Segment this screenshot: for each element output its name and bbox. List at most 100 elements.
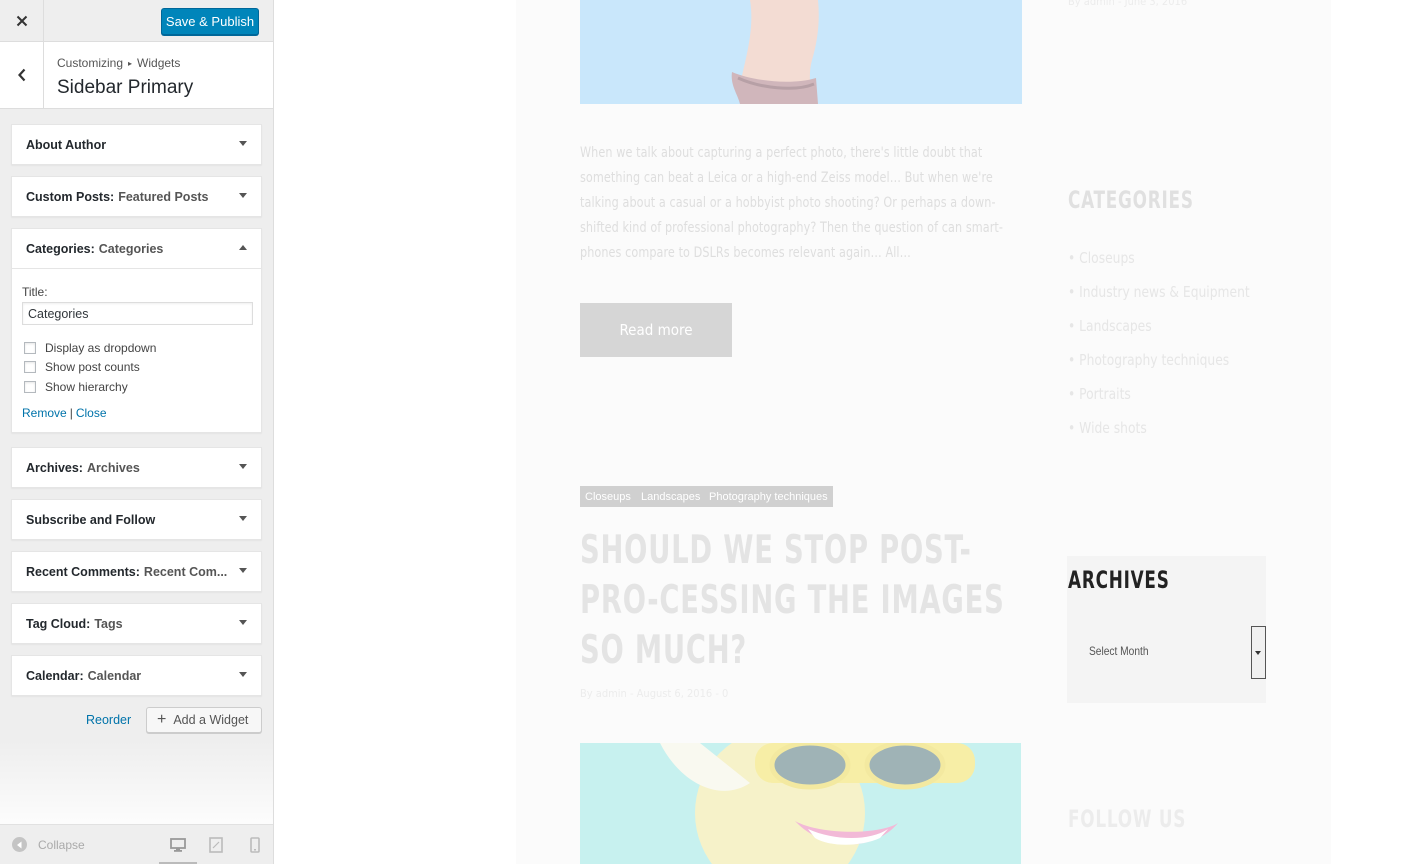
widget-subscribe-follow: Subscribe and Follow [11, 499, 262, 540]
widget-header[interactable]: Custom Posts: Featured Posts [12, 177, 261, 216]
post-image-sunglasses[interactable] [580, 743, 1021, 864]
show-post-counts-checkbox[interactable] [24, 361, 36, 374]
widget-name: About Author [26, 137, 107, 152]
desktop-preview-button[interactable] [169, 836, 187, 854]
category-link[interactable]: • Photography techniques [1068, 351, 1229, 369]
widget-subtitle: Tags [94, 616, 123, 631]
widget-name: Tag Cloud: [26, 616, 91, 631]
option-display-dropdown: Display as dropdown [22, 338, 251, 358]
desktop-icon [170, 838, 186, 852]
collapse-label: Collapse [38, 837, 85, 852]
option-label: Display as dropdown [45, 340, 157, 355]
category-label: Portraits [1079, 385, 1131, 403]
collapse-arrow-icon [12, 837, 27, 852]
widget-header[interactable]: About Author [12, 125, 261, 164]
title-input[interactable] [22, 302, 253, 325]
select-value: Select Month [1089, 644, 1149, 658]
category-link[interactable]: • Wide shots [1068, 419, 1147, 437]
widget-name: Subscribe and Follow [26, 512, 156, 527]
back-button[interactable] [0, 42, 44, 108]
category-link[interactable]: • Industry news & Equipment [1068, 283, 1250, 301]
collapse-button[interactable]: Collapse [12, 837, 85, 852]
widget-subtitle: Recent Com... [143, 564, 228, 579]
widget-recent-comments: Recent Comments: Recent Com... [11, 551, 262, 592]
widget-subtitle: Archives [86, 460, 140, 475]
caret-down-icon [239, 464, 247, 469]
category-label: Wide shots [1079, 419, 1147, 437]
close-customizer-button[interactable] [0, 0, 44, 42]
chevron-left-icon [17, 68, 25, 82]
archives-month-select[interactable]: Select Month [1067, 626, 1266, 679]
widget-archives: Archives: Archives [11, 447, 262, 488]
widget-header[interactable]: Calendar: Calendar [12, 656, 261, 695]
category-label: Industry news & Equipment [1079, 283, 1250, 301]
category-link[interactable]: • Closeups [1068, 249, 1135, 267]
widget-header[interactable]: Tag Cloud: Tags [12, 604, 261, 643]
follow-us-heading: FOLLOW US [1068, 805, 1187, 833]
tag-photography-techniques[interactable]: Photography techniques [704, 486, 833, 507]
widget-header[interactable]: Subscribe and Follow [12, 500, 261, 539]
mobile-icon [250, 837, 260, 853]
option-label: Show post counts [45, 360, 140, 375]
category-label: Closeups [1079, 249, 1135, 267]
widget-calendar: Calendar: Calendar [11, 655, 262, 696]
widget-name: Archives: [26, 460, 83, 475]
breadcrumb: Customizing ▸ Widgets [57, 56, 180, 70]
widget-name: Recent Comments: [26, 564, 140, 579]
category-label: Photography techniques [1079, 351, 1230, 369]
close-widget-link[interactable]: Close [76, 406, 107, 420]
tablet-icon [209, 837, 223, 853]
widget-categories: Categories: Categories Title: Display as… [11, 228, 262, 433]
breadcrumb-current: Widgets [137, 56, 181, 70]
widget-about-author: About Author [11, 124, 262, 165]
widget-name: Calendar: [26, 668, 84, 683]
widget-name: Custom Posts: [26, 189, 115, 204]
tag-closeups[interactable]: Closeups [580, 486, 636, 507]
tag-landscapes[interactable]: Landscapes [636, 486, 706, 507]
display-dropdown-checkbox[interactable] [24, 341, 36, 354]
widget-header[interactable]: Recent Comments: Recent Com... [12, 552, 261, 591]
select-dropdown-button[interactable] [1251, 626, 1266, 679]
post-image-swimwear[interactable] [580, 0, 1022, 104]
tablet-preview-button[interactable] [207, 836, 225, 854]
add-widget-button[interactable]: + Add a Widget [146, 707, 262, 733]
category-link[interactable]: • Portraits [1068, 385, 1131, 403]
widget-custom-posts: Custom Posts: Featured Posts [11, 176, 262, 217]
post-meta: By admin - August 6, 2016 - 0 [580, 687, 729, 700]
caret-down-icon [239, 672, 247, 677]
mobile-preview-button[interactable] [246, 836, 264, 854]
widget-subtitle: Featured Posts [118, 189, 209, 204]
preview-page [516, 0, 1331, 864]
widget-actions: Remove | Close [22, 406, 251, 420]
read-more-button[interactable]: Read more [580, 303, 732, 357]
categories-heading: CATEGORIES [1068, 186, 1194, 214]
save-publish-button[interactable]: Save & Publish [161, 8, 259, 35]
post-excerpt: When we talk about capturing a perfect p… [580, 145, 1004, 261]
post-meta-top: By admin - June 3, 2016 [1068, 0, 1188, 8]
plus-icon: + [157, 711, 167, 728]
post-title[interactable]: Should we stop post-pro-cessing the imag… [580, 526, 1017, 676]
option-show-hierarchy: Show hierarchy [22, 377, 251, 397]
widget-header[interactable]: Archives: Archives [12, 448, 261, 487]
caret-down-icon [239, 568, 247, 573]
widget-subtitle: Calendar [87, 668, 142, 683]
widget-form: Title: Display as dropdown Show post cou… [12, 268, 261, 432]
site-preview: By admin - June 3, 2016 When we talk abo… [274, 0, 1419, 864]
caret-down-icon [239, 516, 247, 521]
action-divider: | [69, 405, 73, 420]
reorder-link[interactable]: Reorder [86, 713, 131, 727]
remove-widget-link[interactable]: Remove [22, 406, 67, 420]
close-icon [16, 15, 27, 27]
category-label: Landscapes [1079, 317, 1152, 335]
section-title: Sidebar Primary [57, 77, 194, 98]
section-header: Customizing ▸ Widgets Sidebar Primary [0, 42, 273, 109]
archives-heading: ARCHIVES [1068, 566, 1170, 594]
show-hierarchy-checkbox[interactable] [24, 380, 36, 393]
caret-down-icon [239, 620, 247, 625]
option-label: Show hierarchy [45, 379, 128, 394]
customizer-header: Save & Publish [0, 0, 273, 42]
caret-down-icon [1255, 651, 1261, 655]
category-link[interactable]: • Landscapes [1068, 317, 1152, 335]
widget-header[interactable]: Categories: Categories [12, 229, 261, 268]
caret-down-icon [239, 193, 247, 198]
